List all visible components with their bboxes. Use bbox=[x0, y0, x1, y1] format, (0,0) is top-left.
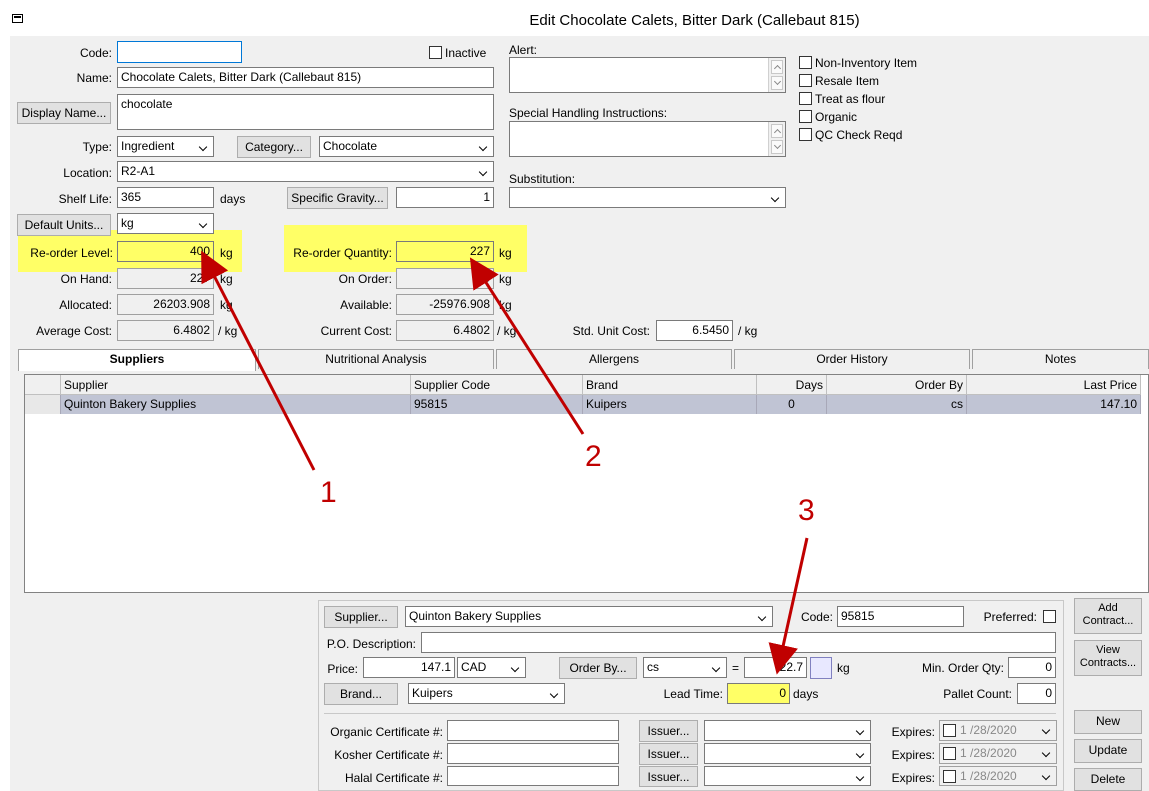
annotation-arrows bbox=[201, 250, 809, 675]
arrow-3 bbox=[768, 537, 809, 675]
arrow-1 bbox=[201, 250, 316, 471]
annotation-number-2: 2 bbox=[585, 440, 602, 473]
arrow-2 bbox=[469, 257, 585, 435]
annotation-number-1: 1 bbox=[320, 476, 337, 509]
annotation-number-3: 3 bbox=[798, 494, 815, 527]
